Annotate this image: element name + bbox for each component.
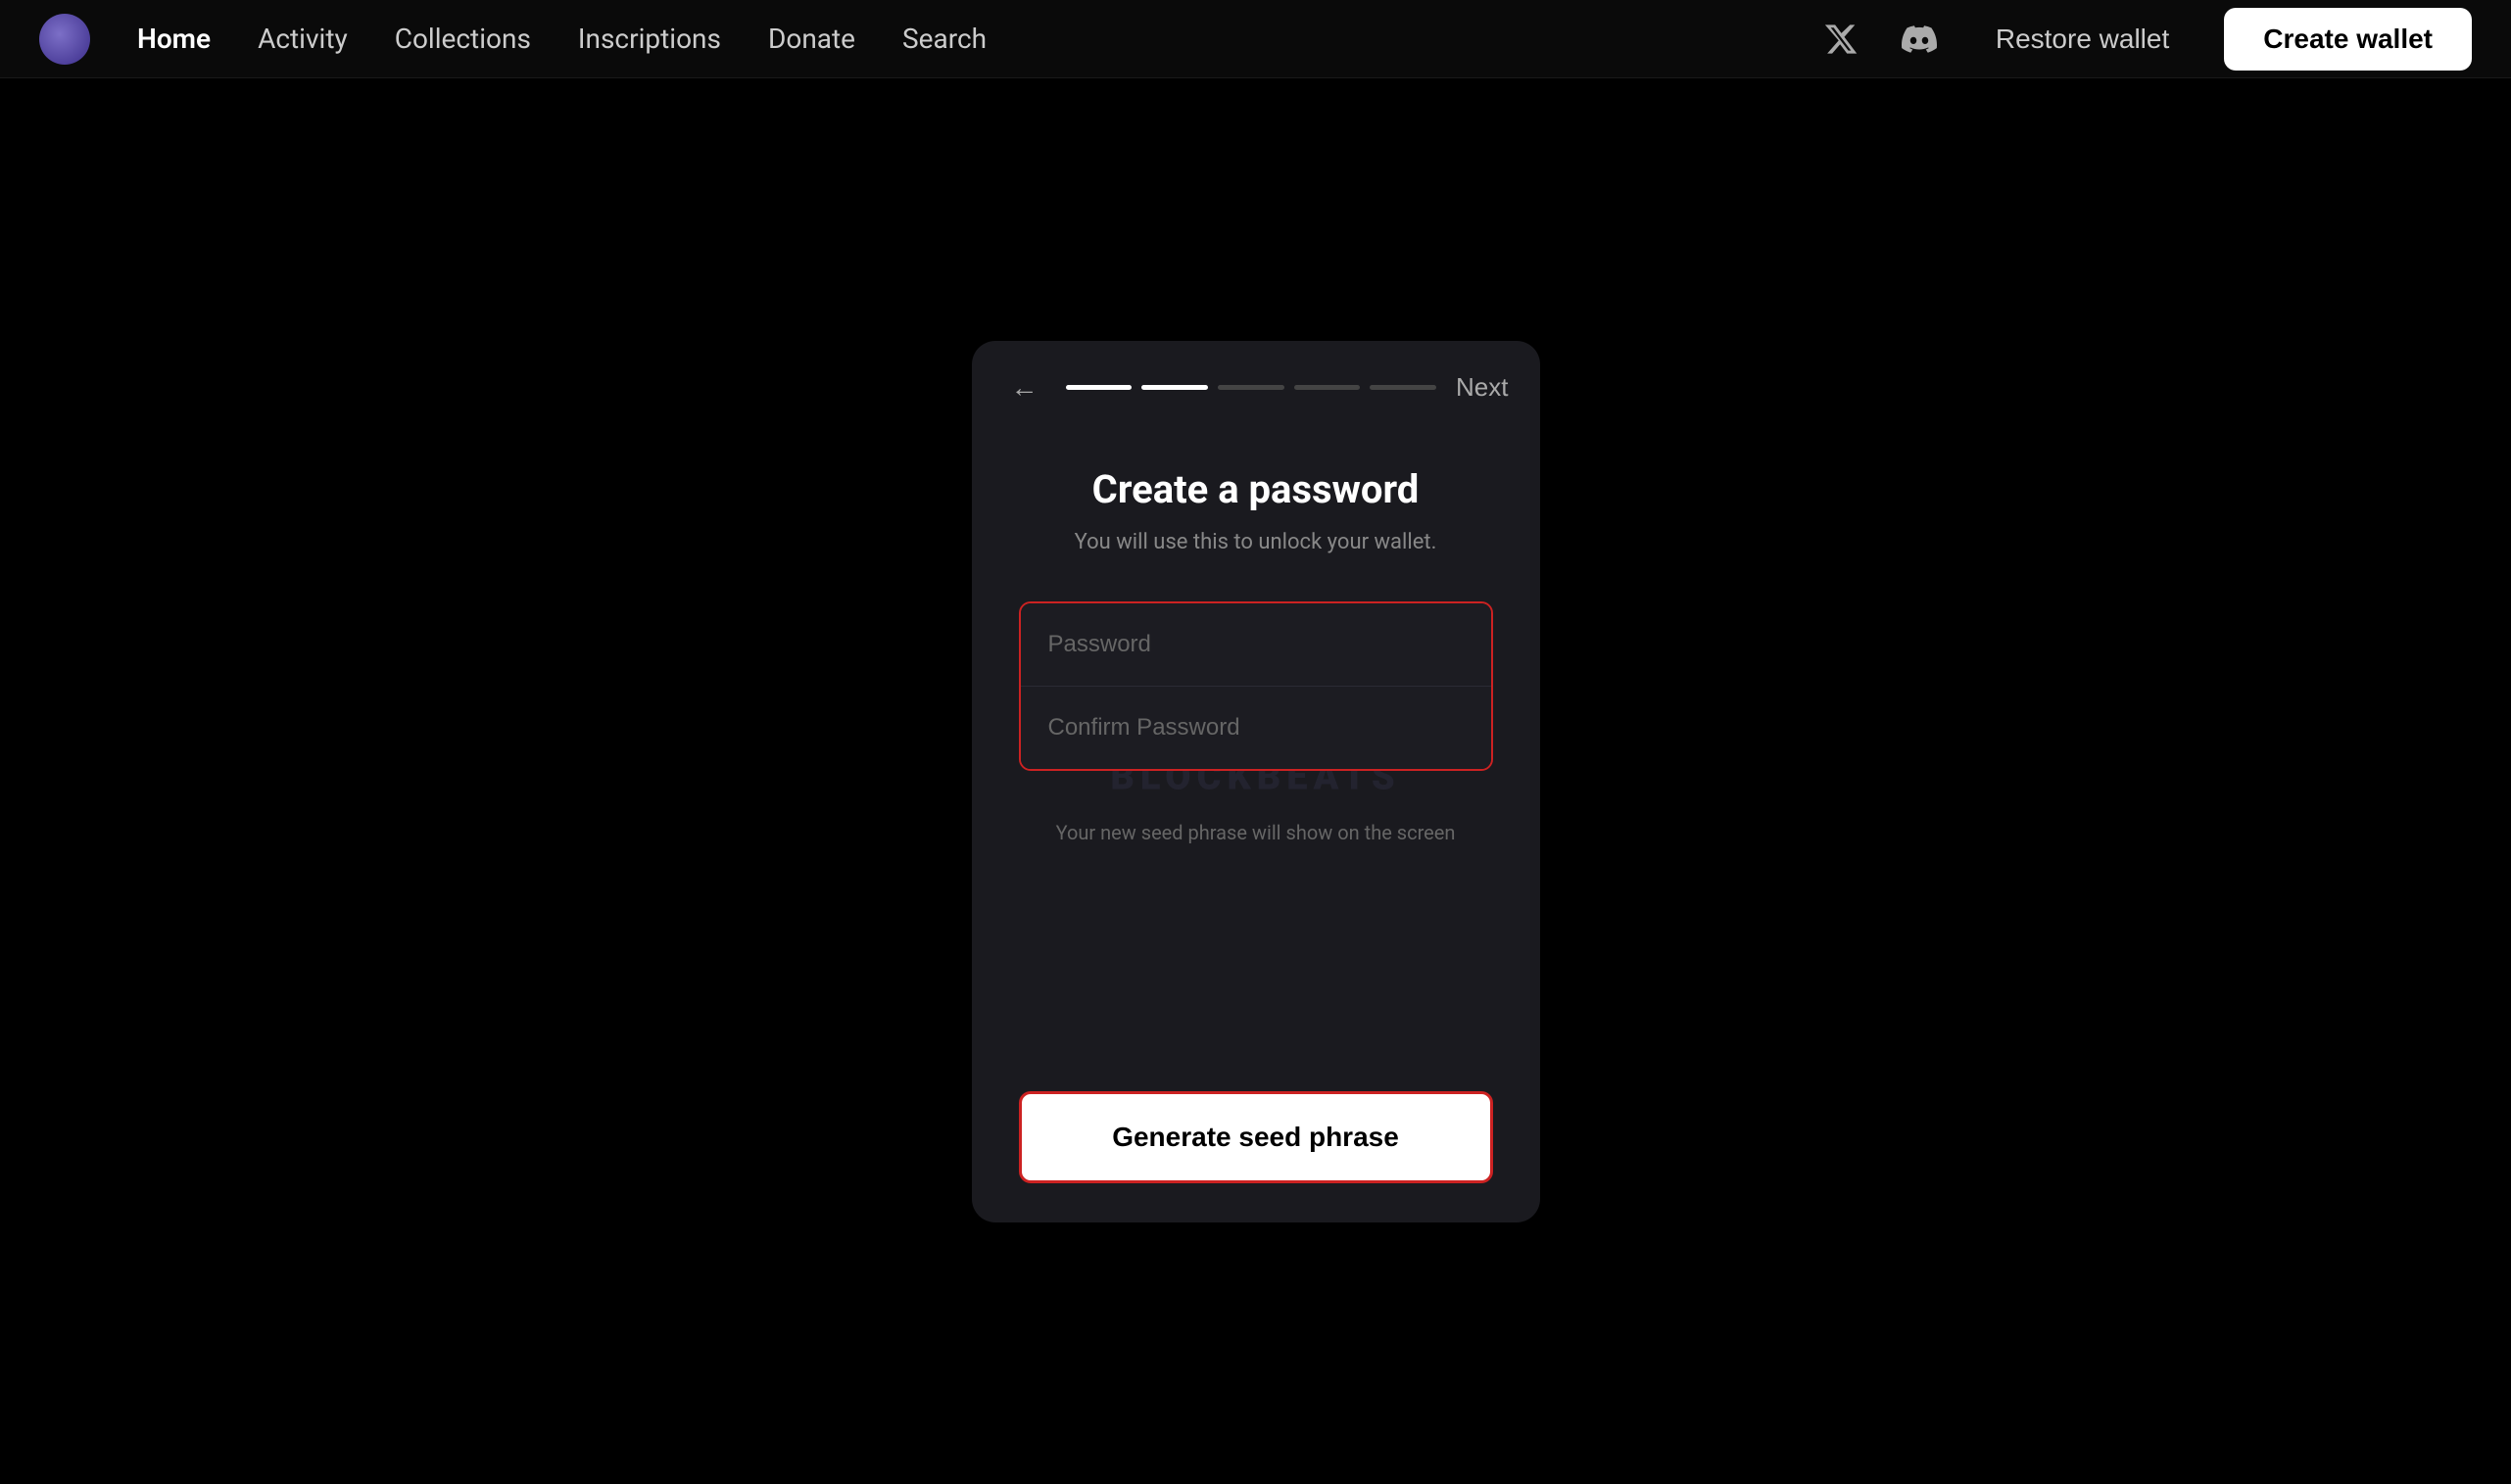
twitter-icon[interactable] bbox=[1819, 18, 1862, 61]
step-4 bbox=[1294, 385, 1361, 390]
nav-item-donate[interactable]: Donate bbox=[768, 23, 855, 55]
restore-wallet-button[interactable]: Restore wallet bbox=[1976, 12, 2189, 67]
discord-icon[interactable] bbox=[1898, 18, 1941, 61]
nav-item-search[interactable]: Search bbox=[902, 23, 987, 55]
step-2 bbox=[1141, 385, 1208, 390]
password-input[interactable] bbox=[1021, 603, 1491, 686]
card-title: Create a password bbox=[1092, 466, 1420, 512]
create-wallet-button[interactable]: Create wallet bbox=[2224, 8, 2472, 71]
step-5 bbox=[1370, 385, 1436, 390]
main-content: BLOCKBEATS ← Next Create a password You … bbox=[0, 78, 2511, 1484]
card-subtitle: You will use this to unlock your wallet. bbox=[1075, 530, 1437, 554]
password-form bbox=[1019, 601, 1493, 771]
nav-item-home[interactable]: Home bbox=[137, 23, 211, 55]
nav-item-inscriptions[interactable]: Inscriptions bbox=[578, 23, 721, 55]
nav-right: Restore wallet Create wallet bbox=[1819, 8, 2472, 71]
navbar: Home Activity Collections Inscriptions D… bbox=[0, 0, 2511, 78]
confirm-password-input[interactable] bbox=[1021, 686, 1491, 769]
generate-seed-phrase-button[interactable]: Generate seed phrase bbox=[1019, 1091, 1493, 1183]
next-button[interactable]: Next bbox=[1456, 372, 1508, 403]
back-button[interactable]: ← bbox=[1003, 368, 1046, 407]
seed-note: Your new seed phrase will show on the sc… bbox=[1056, 818, 1456, 847]
nav-links: Home Activity Collections Inscriptions D… bbox=[137, 23, 1819, 55]
step-1 bbox=[1066, 385, 1133, 390]
step-3 bbox=[1218, 385, 1284, 390]
card-footer: Generate seed phrase bbox=[972, 1072, 1540, 1222]
create-wallet-card: BLOCKBEATS ← Next Create a password You … bbox=[972, 341, 1540, 1222]
nav-logo[interactable] bbox=[39, 14, 90, 65]
card-header: ← Next bbox=[972, 341, 1540, 427]
nav-item-collections[interactable]: Collections bbox=[395, 23, 531, 55]
progress-steps bbox=[1066, 385, 1437, 390]
nav-item-activity[interactable]: Activity bbox=[258, 23, 348, 55]
card-body: Create a password You will use this to u… bbox=[972, 427, 1540, 1072]
